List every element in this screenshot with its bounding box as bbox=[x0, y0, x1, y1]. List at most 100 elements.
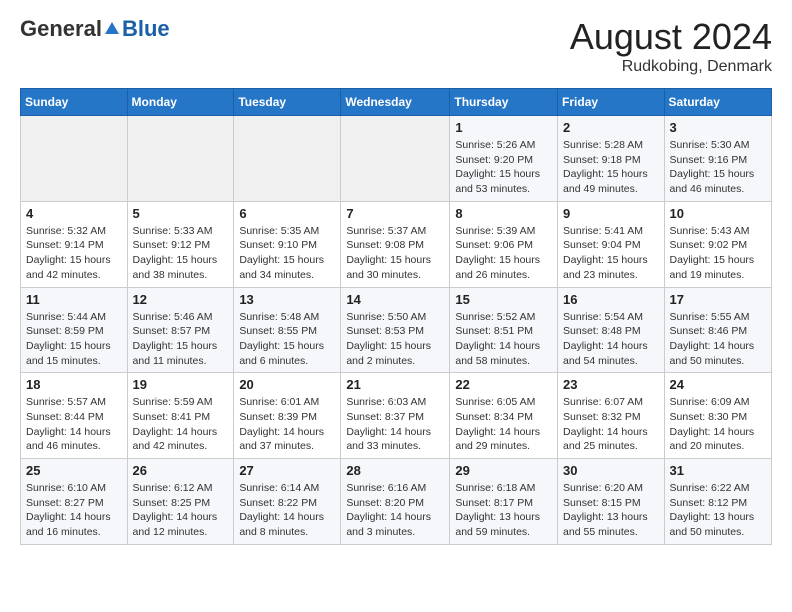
day-detail: Sunrise: 6:18 AM Sunset: 8:17 PM Dayligh… bbox=[455, 481, 552, 540]
day-number: 10 bbox=[670, 206, 766, 221]
calendar-cell: 10 Sunrise: 5:43 AM Sunset: 9:02 PM Dayli… bbox=[664, 201, 771, 287]
weekday-header-thursday: Thursday bbox=[450, 89, 558, 116]
calendar-cell bbox=[127, 116, 234, 202]
day-number: 20 bbox=[239, 377, 335, 392]
weekday-header-saturday: Saturday bbox=[664, 89, 771, 116]
day-detail: Sunrise: 6:14 AM Sunset: 8:22 PM Dayligh… bbox=[239, 481, 335, 540]
calendar-week-2: 11 Sunrise: 5:44 AM Sunset: 8:59 PM Dayli… bbox=[21, 287, 772, 373]
calendar-cell: 14 Sunrise: 5:50 AM Sunset: 8:53 PM Dayli… bbox=[341, 287, 450, 373]
day-detail: Sunrise: 6:20 AM Sunset: 8:15 PM Dayligh… bbox=[563, 481, 659, 540]
calendar-cell: 12 Sunrise: 5:46 AM Sunset: 8:57 PM Dayli… bbox=[127, 287, 234, 373]
day-number: 25 bbox=[26, 463, 122, 478]
calendar-cell: 8Sunrise: 5:39 AM Sunset: 9:06 PM Daylig… bbox=[450, 201, 558, 287]
calendar-cell: 9 Sunrise: 5:41 AM Sunset: 9:04 PM Daylig… bbox=[558, 201, 665, 287]
day-detail: Sunrise: 6:22 AM Sunset: 8:12 PM Dayligh… bbox=[670, 481, 766, 540]
day-number: 3 bbox=[670, 120, 766, 135]
calendar-cell: 4Sunrise: 5:32 AM Sunset: 9:14 PM Daylig… bbox=[21, 201, 128, 287]
calendar-week-0: 1 Sunrise: 5:26 AM Sunset: 9:20 PM Daylig… bbox=[21, 116, 772, 202]
day-number: 12 bbox=[133, 292, 229, 307]
day-detail: Sunrise: 5:41 AM Sunset: 9:04 PM Dayligh… bbox=[563, 224, 659, 283]
day-number: 31 bbox=[670, 463, 766, 478]
calendar-cell: 13 Sunrise: 5:48 AM Sunset: 8:55 PM Dayli… bbox=[234, 287, 341, 373]
day-detail: Sunrise: 5:43 AM Sunset: 9:02 PM Dayligh… bbox=[670, 224, 766, 283]
weekday-row: SundayMondayTuesdayWednesdayThursdayFrid… bbox=[21, 89, 772, 116]
day-number: 29 bbox=[455, 463, 552, 478]
day-detail: Sunrise: 5:48 AM Sunset: 8:55 PM Dayligh… bbox=[239, 310, 335, 369]
day-number: 15 bbox=[455, 292, 552, 307]
day-detail: Sunrise: 5:50 AM Sunset: 8:53 PM Dayligh… bbox=[346, 310, 444, 369]
calendar-cell: 19Sunrise: 5:59 AM Sunset: 8:41 PM Dayli… bbox=[127, 373, 234, 459]
calendar-cell: 29 Sunrise: 6:18 AM Sunset: 8:17 PM Dayli… bbox=[450, 459, 558, 545]
location-subtitle: Rudkobing, Denmark bbox=[570, 58, 772, 76]
day-detail: Sunrise: 6:09 AM Sunset: 8:30 PM Dayligh… bbox=[670, 395, 766, 454]
day-number: 16 bbox=[563, 292, 659, 307]
logo: General Blue bbox=[20, 16, 170, 42]
month-year-title: August 2024 bbox=[570, 16, 772, 58]
day-detail: Sunrise: 5:32 AM Sunset: 9:14 PM Dayligh… bbox=[26, 224, 122, 283]
day-number: 30 bbox=[563, 463, 659, 478]
day-detail: Sunrise: 5:57 AM Sunset: 8:44 PM Dayligh… bbox=[26, 395, 122, 454]
day-number: 24 bbox=[670, 377, 766, 392]
day-number: 5 bbox=[133, 206, 229, 221]
calendar-cell: 1 Sunrise: 5:26 AM Sunset: 9:20 PM Daylig… bbox=[450, 116, 558, 202]
weekday-header-tuesday: Tuesday bbox=[234, 89, 341, 116]
day-number: 9 bbox=[563, 206, 659, 221]
day-detail: Sunrise: 6:01 AM Sunset: 8:39 PM Dayligh… bbox=[239, 395, 335, 454]
day-detail: Sunrise: 6:10 AM Sunset: 8:27 PM Dayligh… bbox=[26, 481, 122, 540]
day-number: 23 bbox=[563, 377, 659, 392]
calendar-cell: 30 Sunrise: 6:20 AM Sunset: 8:15 PM Dayli… bbox=[558, 459, 665, 545]
weekday-header-sunday: Sunday bbox=[21, 89, 128, 116]
calendar-cell bbox=[234, 116, 341, 202]
calendar-cell: 23 Sunrise: 6:07 AM Sunset: 8:32 PM Dayli… bbox=[558, 373, 665, 459]
day-number: 13 bbox=[239, 292, 335, 307]
calendar-cell: 5 Sunrise: 5:33 AM Sunset: 9:12 PM Daylig… bbox=[127, 201, 234, 287]
day-number: 19 bbox=[133, 377, 229, 392]
calendar-cell: 6Sunrise: 5:35 AM Sunset: 9:10 PM Daylig… bbox=[234, 201, 341, 287]
day-detail: Sunrise: 5:52 AM Sunset: 8:51 PM Dayligh… bbox=[455, 310, 552, 369]
day-detail: Sunrise: 5:28 AM Sunset: 9:18 PM Dayligh… bbox=[563, 138, 659, 197]
day-detail: Sunrise: 6:12 AM Sunset: 8:25 PM Dayligh… bbox=[133, 481, 229, 540]
calendar-cell: 28Sunrise: 6:16 AM Sunset: 8:20 PM Dayli… bbox=[341, 459, 450, 545]
logo-general: General bbox=[20, 16, 102, 42]
day-number: 7 bbox=[346, 206, 444, 221]
day-detail: Sunrise: 5:26 AM Sunset: 9:20 PM Dayligh… bbox=[455, 138, 552, 197]
calendar-week-3: 18 Sunrise: 5:57 AM Sunset: 8:44 PM Dayli… bbox=[21, 373, 772, 459]
calendar-cell: 31 Sunrise: 6:22 AM Sunset: 8:12 PM Dayli… bbox=[664, 459, 771, 545]
day-detail: Sunrise: 5:30 AM Sunset: 9:16 PM Dayligh… bbox=[670, 138, 766, 197]
day-detail: Sunrise: 6:05 AM Sunset: 8:34 PM Dayligh… bbox=[455, 395, 552, 454]
calendar-cell: 17Sunrise: 5:55 AM Sunset: 8:46 PM Dayli… bbox=[664, 287, 771, 373]
day-detail: Sunrise: 6:03 AM Sunset: 8:37 PM Dayligh… bbox=[346, 395, 444, 454]
calendar-cell bbox=[21, 116, 128, 202]
day-detail: Sunrise: 5:54 AM Sunset: 8:48 PM Dayligh… bbox=[563, 310, 659, 369]
day-number: 28 bbox=[346, 463, 444, 478]
day-number: 6 bbox=[239, 206, 335, 221]
day-detail: Sunrise: 6:07 AM Sunset: 8:32 PM Dayligh… bbox=[563, 395, 659, 454]
calendar-table: SundayMondayTuesdayWednesdayThursdayFrid… bbox=[20, 88, 772, 545]
calendar-header: SundayMondayTuesdayWednesdayThursdayFrid… bbox=[21, 89, 772, 116]
day-number: 26 bbox=[133, 463, 229, 478]
logo-icon bbox=[103, 20, 121, 38]
calendar-cell: 20 Sunrise: 6:01 AM Sunset: 8:39 PM Dayli… bbox=[234, 373, 341, 459]
calendar-cell: 26 Sunrise: 6:12 AM Sunset: 8:25 PM Dayli… bbox=[127, 459, 234, 545]
calendar-cell: 27Sunrise: 6:14 AM Sunset: 8:22 PM Dayli… bbox=[234, 459, 341, 545]
calendar-body: 1 Sunrise: 5:26 AM Sunset: 9:20 PM Daylig… bbox=[21, 116, 772, 545]
day-number: 1 bbox=[455, 120, 552, 135]
calendar-cell: 24 Sunrise: 6:09 AM Sunset: 8:30 PM Dayli… bbox=[664, 373, 771, 459]
day-detail: Sunrise: 5:46 AM Sunset: 8:57 PM Dayligh… bbox=[133, 310, 229, 369]
page-header: General Blue August 2024 Rudkobing, Denm… bbox=[20, 16, 772, 76]
day-number: 11 bbox=[26, 292, 122, 307]
day-number: 18 bbox=[26, 377, 122, 392]
calendar-week-4: 25 Sunrise: 6:10 AM Sunset: 8:27 PM Dayli… bbox=[21, 459, 772, 545]
calendar-cell: 11 Sunrise: 5:44 AM Sunset: 8:59 PM Dayli… bbox=[21, 287, 128, 373]
calendar-cell: 16 Sunrise: 5:54 AM Sunset: 8:48 PM Dayli… bbox=[558, 287, 665, 373]
day-number: 2 bbox=[563, 120, 659, 135]
calendar-cell: 3 Sunrise: 5:30 AM Sunset: 9:16 PM Daylig… bbox=[664, 116, 771, 202]
day-detail: Sunrise: 5:55 AM Sunset: 8:46 PM Dayligh… bbox=[670, 310, 766, 369]
day-number: 14 bbox=[346, 292, 444, 307]
title-block: August 2024 Rudkobing, Denmark bbox=[570, 16, 772, 76]
day-detail: Sunrise: 5:44 AM Sunset: 8:59 PM Dayligh… bbox=[26, 310, 122, 369]
calendar-cell: 7Sunrise: 5:37 AM Sunset: 9:08 PM Daylig… bbox=[341, 201, 450, 287]
day-detail: Sunrise: 5:33 AM Sunset: 9:12 PM Dayligh… bbox=[133, 224, 229, 283]
day-number: 22 bbox=[455, 377, 552, 392]
weekday-header-monday: Monday bbox=[127, 89, 234, 116]
